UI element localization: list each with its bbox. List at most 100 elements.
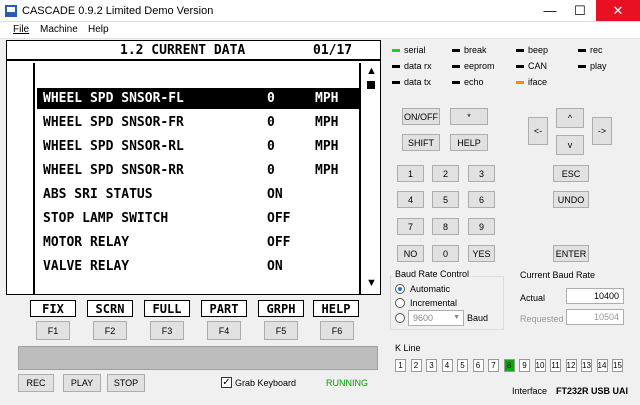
kline-4-button[interactable]: 4 [441,359,453,372]
key-6-button[interactable]: 6 [468,191,495,208]
kline-11-button[interactable]: 11 [550,359,561,372]
left-arrow-button[interactable]: <- [528,117,548,145]
esc-button[interactable]: ESC [553,165,589,182]
actual-baud-field: 10400 [566,288,624,304]
onoff-button[interactable]: ON/OFF [402,108,440,125]
kline-15-button[interactable]: 15 [612,359,623,372]
indicator-label: echo [464,77,484,87]
kline-12-button[interactable]: 12 [565,359,577,372]
lcd-row-value: ON [267,259,283,274]
kline-10-button[interactable]: 10 [534,359,546,372]
baud-select[interactable]: 9600 ▼ [408,310,464,326]
stop-button[interactable]: STOP [107,374,145,392]
lcd-row-value: 0 [267,115,275,130]
indicator-label: data tx [404,77,432,87]
rec-button[interactable]: REC [18,374,54,392]
lcd-row[interactable]: WHEEL SPD SNSOR-RL 0 MPH [37,136,361,157]
lcd-row-label: MOTOR RELAY [43,235,130,250]
fkey-label-4: PART [201,300,247,317]
indicator-label: iface [528,77,548,87]
star-button[interactable]: * [450,108,488,125]
lcd-display: 1.2 CURRENT DATA 01/17 WHEEL SPD SNSOR-F… [6,40,381,295]
help-button[interactable]: HELP [450,134,488,151]
key-2-button[interactable]: 2 [432,165,459,182]
echo-led-icon [452,81,460,84]
grab-keyboard-checkbox[interactable]: ✓ [221,377,232,388]
enter-button[interactable]: ENTER [553,245,589,262]
fkey-label-1: FIX [30,300,76,317]
key-0-button[interactable]: 0 [432,245,459,262]
f2-button[interactable]: F2 [93,321,127,340]
lcd-row[interactable]: MOTOR RELAY OFF [37,232,361,253]
kline-6-button[interactable]: 6 [472,359,484,372]
fkey-label-5: GRPH [258,300,304,317]
menu-file[interactable]: File [13,24,29,35]
play-button[interactable]: PLAY [63,374,101,392]
kline-3-button[interactable]: 3 [426,359,437,372]
right-arrow-button[interactable]: -> [592,117,612,145]
no-button[interactable]: NO [397,245,424,262]
kline-7-button[interactable]: 7 [488,359,499,372]
lcd-row[interactable]: ABS SRI STATUS ON [37,184,361,205]
f3-button[interactable]: F3 [150,321,184,340]
status-display [18,346,378,370]
fixed-baud-radio[interactable] [395,313,405,323]
minimize-icon[interactable]: — [536,0,564,21]
lcd-title: 1.2 CURRENT DATA [120,43,246,58]
f1-button[interactable]: F1 [36,321,70,340]
automatic-radio[interactable] [395,284,405,294]
lcd-row-label: WHEEL SPD SNSOR-FR [43,115,184,130]
requested-baud-field: 10504 [566,309,624,325]
indicator-label: play [590,61,607,71]
kline-14-button[interactable]: 14 [596,359,608,372]
fkey-label-3: FULL [144,300,190,317]
menu-bar: File Machine Help [0,22,640,39]
eeprom-led-icon [452,65,460,68]
up-arrow-button[interactable]: ^ [556,108,584,128]
automatic-label: Automatic [410,284,451,294]
kline-13-button[interactable]: 13 [581,359,592,372]
key-9-button[interactable]: 9 [468,218,495,235]
lcd-row[interactable]: WHEEL SPD SNSOR-FL 0 MPH [37,88,361,109]
lcd-row[interactable]: WHEEL SPD SNSOR-RR 0 MPH [37,160,361,181]
lcd-scrollbar[interactable]: ▲ ▼ [362,63,380,294]
shift-button[interactable]: SHIFT [402,134,440,151]
kline-1-button[interactable]: 1 [395,359,406,372]
f5-button[interactable]: F5 [264,321,298,340]
kline-5-button[interactable]: 5 [457,359,468,372]
scroll-down-icon[interactable]: ▼ [366,277,377,289]
menu-machine[interactable]: Machine [40,24,78,35]
f4-button[interactable]: F4 [207,321,241,340]
key-7-button[interactable]: 7 [397,218,424,235]
key-4-button[interactable]: 4 [397,191,424,208]
yes-button[interactable]: YES [468,245,495,262]
key-5-button[interactable]: 5 [432,191,459,208]
lcd-row[interactable]: WHEEL SPD SNSOR-FR 0 MPH [37,112,361,133]
close-icon[interactable]: ✕ [596,0,640,21]
scroll-thumb[interactable] [367,81,375,89]
baud-rate-control-title: Baud Rate Control [393,269,472,279]
lcd-row-unit: MPH [315,91,339,106]
actual-label: Actual [520,293,546,303]
key-1-button[interactable]: 1 [397,165,424,182]
kline-2-button[interactable]: 2 [410,359,422,372]
kline-9-button[interactable]: 9 [519,359,530,372]
kline-8-button[interactable]: 8 [503,359,515,372]
f6-button[interactable]: F6 [320,321,354,340]
baud-label: Baud [467,313,489,323]
key-3-button[interactable]: 3 [468,165,495,182]
incremental-radio[interactable] [395,298,405,308]
lcd-row-value: 0 [267,139,275,154]
lcd-row-label: ABS SRI STATUS [43,187,153,202]
scroll-up-icon[interactable]: ▲ [366,65,377,77]
undo-button[interactable]: UNDO [553,191,589,208]
down-arrow-button[interactable]: v [556,135,584,155]
menu-help[interactable]: Help [88,24,109,35]
lcd-row[interactable]: VALVE RELAY ON [37,256,361,277]
lcd-row-label: WHEEL SPD SNSOR-RL [43,139,184,154]
lcd-row[interactable]: STOP LAMP SWITCH OFF [37,208,361,229]
fkey-label-6: HELP [313,300,359,317]
maximize-icon[interactable]: ☐ [566,0,594,21]
key-8-button[interactable]: 8 [432,218,459,235]
lcd-row-label: WHEEL SPD SNSOR-FL [43,91,184,106]
